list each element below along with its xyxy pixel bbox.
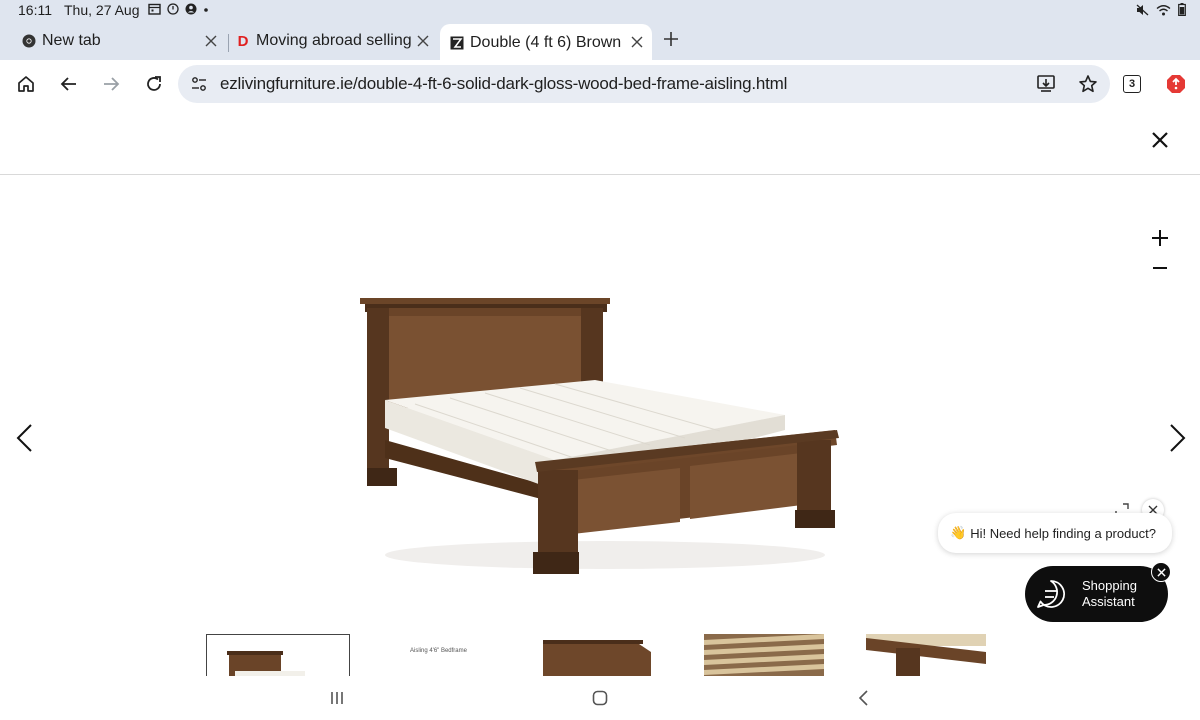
back-button[interactable] [55,70,83,98]
chevron-right-icon[interactable] [1162,420,1192,456]
assistant-label-line1: Shopping [1082,578,1137,593]
tab-title: Double (4 ft 6) Brown [470,34,622,51]
d-favicon-icon: D [237,32,249,50]
arrow-right-icon [104,77,120,91]
ez-living-icon [450,36,464,50]
system-nav-bar [0,676,1200,720]
extension-icon [1167,75,1185,93]
home-nav-icon[interactable] [590,688,610,708]
chevron-left-icon[interactable] [10,420,40,456]
alarm-icon [167,3,179,15]
tab-count-icon: 3 [1123,75,1141,93]
url-text[interactable]: ezlivingfurniture.ie/double-4-ft-6-solid… [220,74,787,94]
wifi-icon [1156,4,1171,15]
assistant-label: Shopping Assistant [1082,578,1137,610]
chat-icon [1037,580,1066,608]
thumbnail-5[interactable] [854,634,998,676]
bookmark-button[interactable] [1076,72,1100,96]
thumbnail-1[interactable] [206,634,350,676]
star-icon [1079,75,1097,93]
tab-separator [228,34,229,52]
mute-icon [1136,4,1149,15]
chat-greeting-text: Hi! Need help finding a product? [970,525,1156,541]
browser-toolbar: ezlivingfurniture.ie/double-4-ft-6-solid… [0,60,1200,108]
account-icon [185,3,197,15]
forward-button[interactable] [97,70,125,98]
thumbnail-headboard-image [543,640,651,676]
thumbnail-slats-image [704,634,824,676]
status-date: Thu, 27 Aug [64,2,140,18]
thumbnail-4[interactable] [692,634,836,676]
tab-moving-abroad[interactable]: D Moving abroad selling [236,24,438,58]
close-gallery-icon[interactable] [1146,126,1174,154]
extension-button[interactable] [1162,70,1190,98]
thumbnail-corner-image [866,634,986,676]
close-tab-icon[interactable] [630,35,644,49]
close-tab-icon[interactable] [416,34,430,48]
site-settings-icon[interactable] [190,75,208,93]
download-page-button[interactable] [1034,72,1058,96]
reload-icon [147,76,161,91]
thumbnail-3[interactable] [529,634,673,676]
thumbnail-caption: Aisling 4'6" Bedframe [410,648,467,654]
status-notification-icons [148,3,209,15]
shopping-assistant-button[interactable]: Shopping Assistant [1025,566,1168,622]
assistant-label-line2: Assistant [1082,594,1135,609]
tab-switcher-button[interactable]: 3 [1118,70,1146,98]
home-button[interactable] [12,70,40,98]
reload-button[interactable] [140,70,168,98]
battery-icon [1178,3,1186,16]
back-nav-icon[interactable] [854,688,874,708]
tab-new-tab[interactable]: New tab [22,24,228,58]
thumbnail-2[interactable]: Aisling 4'6" Bedframe [368,634,512,676]
close-icon [1156,567,1166,577]
status-bar: 16:11 Thu, 27 Aug [0,0,1200,22]
chat-greeting-bubble[interactable]: 👋 Hi! Need help finding a product? [938,513,1172,553]
chrome-icon [22,34,36,48]
recent-apps-icon[interactable] [327,688,347,708]
zoom-in-icon[interactable] [1148,226,1172,250]
header-divider [0,174,1200,175]
calendar-icon [148,3,161,15]
tab-title: Moving abroad selling [256,32,412,49]
close-tab-icon[interactable] [204,34,218,48]
thumbnail-bed-image [227,651,305,676]
tab-title: New tab [42,32,101,49]
arrow-left-icon [60,77,76,91]
address-bar[interactable]: ezlivingfurniture.ie/double-4-ft-6-solid… [178,65,1110,103]
zoom-out-icon[interactable] [1150,258,1170,278]
home-icon [18,76,34,92]
bed-product-image[interactable] [355,290,845,580]
tab-strip: New tab D Moving abroad selling Double (… [0,22,1200,62]
dot-icon [204,8,208,12]
close-assistant-button[interactable] [1151,562,1171,582]
waving-hand-icon: 👋 [950,525,967,540]
new-tab-plus-icon[interactable] [662,30,680,48]
thumbnail-strip: Aisling 4'6" Bedframe [0,634,1200,676]
tab-double-bed[interactable]: Double (4 ft 6) Brown [440,24,652,62]
download-icon [1037,75,1055,92]
status-system-icons [1136,3,1186,16]
status-time: 16:11 [18,2,52,18]
